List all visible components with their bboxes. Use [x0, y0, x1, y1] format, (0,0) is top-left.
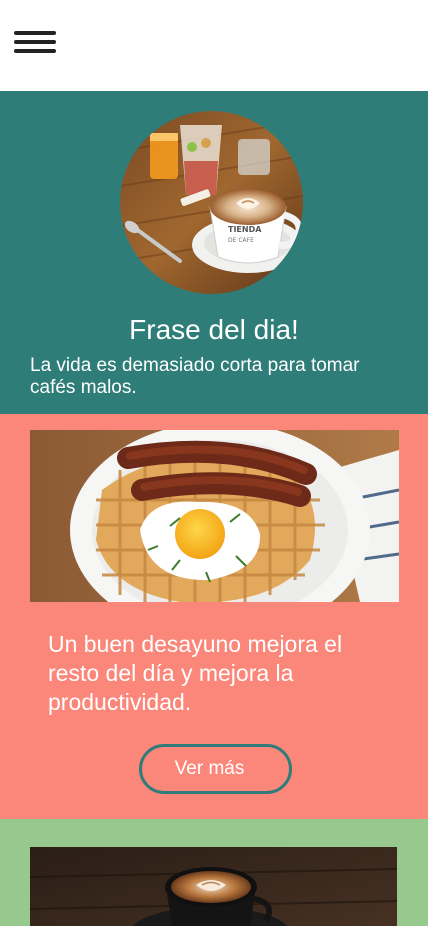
- cup-brand-line1: TIENDA: [228, 225, 262, 234]
- top-bar: [0, 0, 428, 91]
- quote-text: La vida es demasiado corta para tomar ca…: [30, 355, 360, 398]
- coffee-table-photo: TIENDA DE CAFE: [120, 111, 303, 294]
- page: TIENDA DE CAFE Frase del dia! La vida es…: [0, 0, 428, 926]
- breakfast-text: Un buen desayuno mejora el resto del día…: [48, 631, 343, 715]
- waffle-breakfast-photo: [30, 430, 399, 602]
- hamburger-menu-icon[interactable]: [14, 31, 56, 56]
- quote-section: TIENDA DE CAFE Frase del dia! La vida es…: [0, 91, 428, 414]
- quote-title: Frase del dia!: [129, 314, 299, 345]
- cup-brand-line2: DE CAFE: [228, 237, 254, 244]
- ver-mas-button[interactable]: Ver más: [139, 744, 292, 794]
- ver-mas-button-label: Ver más: [174, 758, 245, 779]
- coffee-section: [0, 819, 428, 926]
- latte-art-photo: [30, 847, 397, 926]
- breakfast-section: Un buen desayuno mejora el resto del día…: [0, 414, 428, 819]
